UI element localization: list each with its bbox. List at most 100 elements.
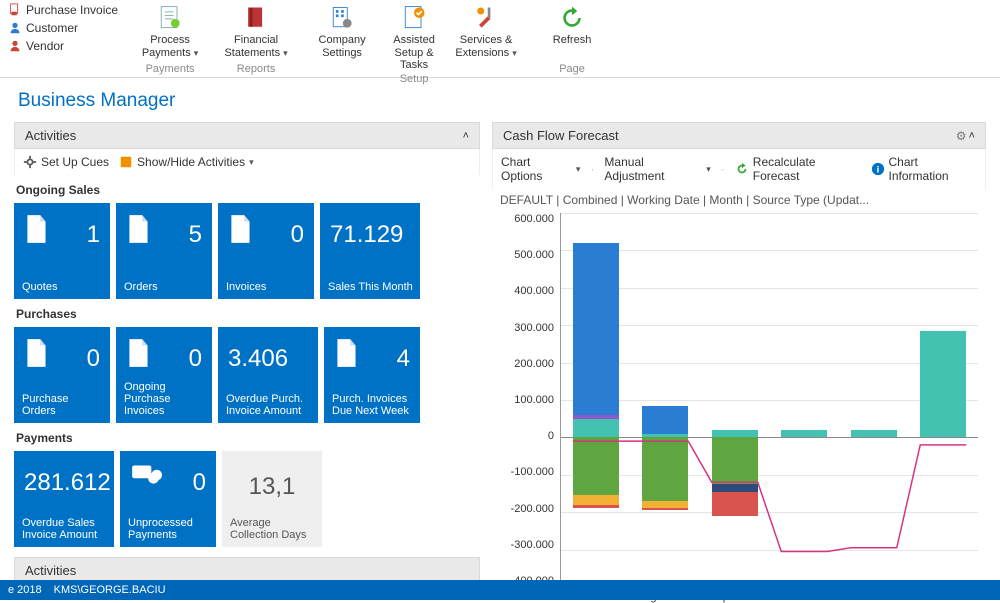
page-check-icon <box>400 4 428 32</box>
tile-ongoing-purchase-invoices[interactable]: 0 Ongoing Purchase Invoices <box>116 327 212 423</box>
section-title: Payments <box>14 423 480 451</box>
y-tick: 200.000 <box>514 358 554 370</box>
status-user: KMS\GEORGE.BACIU <box>54 584 166 596</box>
ribbon-button-label: Services & Extensions ▾ <box>453 34 519 59</box>
tile-label: Overdue Purch. Invoice Amount <box>226 393 312 417</box>
y-tick: 400.000 <box>514 285 554 297</box>
y-tick: -300.000 <box>511 539 554 551</box>
tile-sales-this-month[interactable]: 71.129 Sales This Month <box>320 203 420 299</box>
section-title: Purchases <box>14 299 480 327</box>
tile-value: 3.406 <box>228 345 288 373</box>
section-title: Ongoing Sales <box>14 175 480 203</box>
tile-purch-invoices-due-next-week[interactable]: 4 Purch. Invoices Due Next Week <box>324 327 420 423</box>
tile-orders[interactable]: 5 Orders <box>116 203 212 299</box>
doc-icon <box>228 213 256 247</box>
activities-toolbar: Set Up Cues Show/Hide Activities ▾ <box>14 149 480 175</box>
tile-purchase-orders[interactable]: 0Purchase Orders <box>14 327 110 423</box>
tile-value: 4 <box>397 345 410 373</box>
chevron-down-icon: ▾ <box>706 164 711 175</box>
toolbar-show-hide-activities[interactable]: Show/Hide Activities ▾ <box>119 155 254 169</box>
toolbar-label: Set Up Cues <box>41 155 109 169</box>
tile-label: Quotes <box>22 281 104 293</box>
tile-label: Purch. Invoices Due Next Week <box>332 393 414 417</box>
doc-icon <box>126 337 154 371</box>
quicklink-customer[interactable]: Customer <box>6 20 120 36</box>
tile-label: Unprocessed Payments <box>128 517 210 541</box>
tile-unprocessed-payments[interactable]: 0Unprocessed Payments <box>120 451 216 547</box>
forecast-header[interactable]: Cash Flow Forecast ⚙ ˄ <box>492 122 986 149</box>
tile-label: Sales This Month <box>328 281 414 293</box>
svg-text:i: i <box>876 165 879 176</box>
toolbar-label: Show/Hide Activities <box>137 155 245 169</box>
doc-icon <box>334 337 362 371</box>
activities-header[interactable]: Activities ˄ <box>14 122 480 149</box>
y-tick: 100.000 <box>514 394 554 406</box>
collapse-icon[interactable]: ˄ <box>969 130 975 142</box>
quicklink-vendor[interactable]: Vendor <box>6 38 120 54</box>
quicklink-purchase-invoice[interactable]: Purchase Invoice <box>6 2 120 18</box>
tile-quotes[interactable]: 1 Quotes <box>14 203 110 299</box>
page-lines-icon <box>156 4 184 32</box>
collapse-icon[interactable]: ˄ <box>463 130 469 142</box>
toolbar-recalculate-forecast[interactable]: Recalculate Forecast <box>735 155 861 183</box>
activities-pane: Activities ˄ Set Up Cues Show/Hide Activi… <box>14 122 480 603</box>
forecast-pane: Cash Flow Forecast ⚙ ˄ Chart Options ▾·M… <box>492 122 986 603</box>
ribbon-button-label: Company Settings <box>309 34 375 59</box>
activities-header-title: Activities <box>25 128 76 143</box>
tile-label: Orders <box>124 281 206 293</box>
ribbon-group-label: Payments <box>146 63 195 75</box>
forecast-header-title: Cash Flow Forecast <box>503 128 619 143</box>
ribbon-button-financial-statements[interactable]: Financial Statements ▾ <box>223 2 289 62</box>
chevron-down-icon: ▾ <box>249 157 254 168</box>
quicklink-label: Vendor <box>26 39 64 53</box>
ribbon-button-label: Assisted Setup & Tasks <box>381 34 447 72</box>
ribbon-button-services-extensions[interactable]: Services & Extensions ▾ <box>453 2 519 72</box>
tile-value: 281.612 <box>24 469 111 497</box>
doc-icon <box>126 213 154 247</box>
toolbar-label: Chart Options <box>501 155 572 183</box>
tile-value: 1 <box>87 221 100 249</box>
status-bar: e 2018 KMS\GEORGE.BACIU <box>0 580 1000 600</box>
tile-value: 13,1 <box>230 459 314 501</box>
ribbon-button-assisted-setup-tasks[interactable]: Assisted Setup & Tasks <box>381 2 447 72</box>
plot-area[interactable] <box>560 213 978 587</box>
ribbon-quick-links: Purchase Invoice Customer Vendor <box>0 0 127 77</box>
doc-icon <box>24 213 52 247</box>
chevron-down-icon: ▾ <box>576 164 581 175</box>
gear-icon[interactable]: ⚙ <box>956 129 967 143</box>
tiles-row: 0Purchase Orders 0 Ongoing Purchase Invoic… <box>14 327 480 423</box>
activities-footer-title: Activities <box>25 563 76 578</box>
tile-average-collection-days[interactable]: 13,1 Average Collection Days <box>222 451 322 547</box>
tile-value: 71.129 <box>330 221 403 249</box>
tile-label: Invoices <box>226 281 308 293</box>
y-tick: 500.000 <box>514 249 554 261</box>
tile-label: Purchase Orders <box>22 393 104 417</box>
ribbon-button-company-settings[interactable]: Company Settings <box>309 2 375 72</box>
toolbar-chart-options[interactable]: Chart Options ▾ <box>501 155 580 183</box>
tile-value: 0 <box>189 345 202 373</box>
tile-label: Average Collection Days <box>230 517 316 541</box>
tiles-row: 281.612Overdue Sales Invoice Amount0Unpr… <box>14 451 480 547</box>
tile-overdue-sales-invoice-amount[interactable]: 281.612Overdue Sales Invoice Amount <box>14 451 114 547</box>
status-date: e 2018 <box>8 584 42 596</box>
y-tick: 600.000 <box>514 213 554 225</box>
chart-caption: DEFAULT | Combined | Working Date | Mont… <box>492 189 986 209</box>
coins-icon <box>130 461 158 495</box>
tile-overdue-purch-invoice-amount[interactable]: 3.406 Overdue Purch. Invoice Amount <box>218 327 318 423</box>
quicklink-label: Purchase Invoice <box>26 3 118 17</box>
ribbon-button-process-payments[interactable]: Process Payments ▾ <box>137 2 203 62</box>
ribbon-button-refresh[interactable]: Refresh <box>539 2 605 62</box>
y-tick: -100.000 <box>511 466 554 478</box>
toolbar-set-up-cues[interactable]: Set Up Cues <box>23 155 109 169</box>
book-red-icon <box>242 4 270 32</box>
tile-invoices[interactable]: 0Invoices <box>218 203 314 299</box>
chart: 600.000500.000400.000300.000200.000100.0… <box>492 209 986 591</box>
tile-value: 5 <box>189 221 202 249</box>
y-tick: 0 <box>548 430 554 442</box>
ribbon-button-label: Financial Statements ▾ <box>223 34 289 59</box>
ribbon-group-setup: Company SettingsAssisted Setup & TasksSe… <box>299 0 529 77</box>
toolbar-chart-information[interactable]: iChart Information <box>871 155 977 183</box>
toolbar-manual-adjustment[interactable]: Manual Adjustment ▾ <box>604 155 710 183</box>
y-tick: -200.000 <box>511 503 554 515</box>
tile-label: Ongoing Purchase Invoices <box>124 381 206 417</box>
